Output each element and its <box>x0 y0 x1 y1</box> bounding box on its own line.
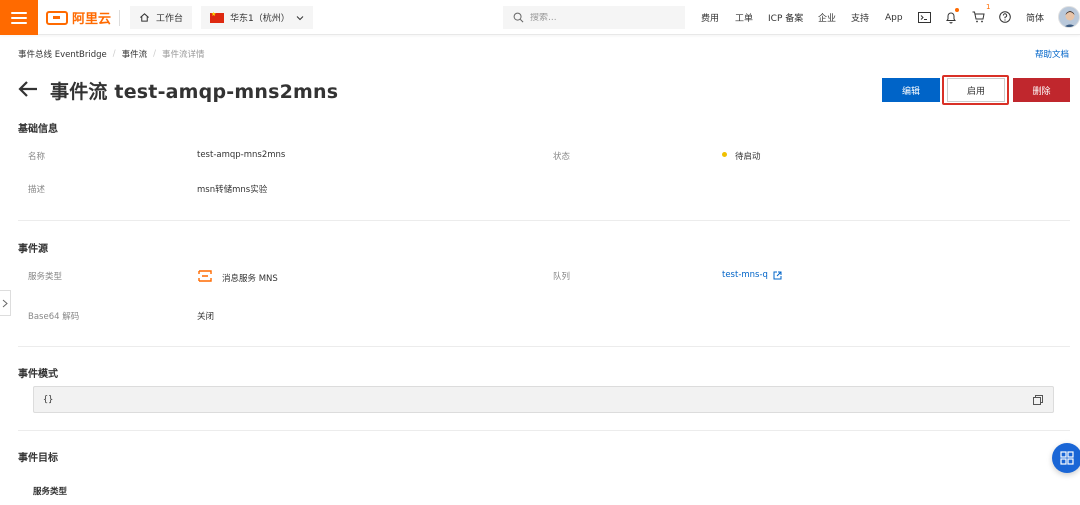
event-pattern-code-box: {} <box>33 386 1054 413</box>
cart-icon <box>972 11 985 23</box>
hamburger-menu-button[interactable] <box>0 0 38 35</box>
workbench-button[interactable]: 工作台 <box>130 6 193 29</box>
breadcrumb: 事件总线 EventBridge / 事件流 / 事件流详情 <box>18 48 205 60</box>
breadcrumb-event-streams[interactable]: 事件流 <box>122 48 148 60</box>
workbench-label: 工作台 <box>156 14 184 24</box>
help-docs-link[interactable]: 帮助文档 <box>1035 48 1069 60</box>
help-button[interactable] <box>997 9 1013 25</box>
status-pending-dot-icon <box>722 152 727 157</box>
terminal-button[interactable] <box>916 9 932 25</box>
nav-fees[interactable]: 费用 <box>701 0 719 35</box>
search-input[interactable] <box>530 12 670 23</box>
target-service-type-label: 服务类型 <box>33 487 68 497</box>
event-pattern-code: {} <box>43 395 54 405</box>
nav-enterprise[interactable]: 企业 <box>818 0 836 35</box>
aliyun-logo[interactable]: 阿里云 <box>46 8 111 27</box>
queue-label: 队列 <box>553 272 571 282</box>
section-divider <box>18 220 1070 221</box>
china-flag-icon <box>210 11 224 23</box>
nav-app[interactable]: App <box>885 0 903 35</box>
section-divider <box>18 346 1070 347</box>
breadcrumb-eventbridge[interactable]: 事件总线 EventBridge <box>18 48 107 60</box>
aliyun-logo-icon <box>46 10 68 25</box>
queue-link[interactable]: test-mns-q <box>722 270 782 280</box>
section-title-event-source: 事件源 <box>18 244 48 255</box>
section-title-event-target: 事件目标 <box>18 453 58 464</box>
global-search[interactable] <box>503 6 685 29</box>
name-value: test-amqp-mns2mns <box>197 150 286 160</box>
service-type-label: 服务类型 <box>28 272 63 282</box>
page-title: 事件流 test-amqp-mns2mns <box>50 81 339 103</box>
top-navigation-bar: 阿里云 工作台 华东1（杭州） 费用 工单 ICP 备案 企业 支持 App 1… <box>0 0 1080 35</box>
logo-text: 阿里云 <box>72 12 112 27</box>
edit-button[interactable]: 编辑 <box>882 78 940 102</box>
description-value: msn转储mns实验 <box>197 185 268 195</box>
service-type-value: 消息服务 MNS <box>222 274 278 284</box>
breadcrumb-separator: / <box>112 49 116 59</box>
floating-apps-button[interactable] <box>1052 443 1080 473</box>
section-divider <box>18 430 1070 431</box>
description-label: 描述 <box>28 185 46 195</box>
status-value: 待启动 <box>735 152 761 162</box>
base64-decode-label: Base64 解码 <box>28 312 80 322</box>
breadcrumb-separator: / <box>153 49 157 59</box>
copy-icon[interactable] <box>1033 395 1043 405</box>
sidebar-expand-toggle[interactable] <box>0 290 11 316</box>
name-label: 名称 <box>28 152 46 162</box>
user-avatar-icon <box>1059 7 1079 27</box>
breadcrumb-current: 事件流详情 <box>162 50 205 60</box>
chevron-right-icon <box>2 299 8 307</box>
search-icon <box>513 12 524 23</box>
back-button[interactable] <box>18 80 38 98</box>
external-link-icon <box>773 271 782 279</box>
nav-support[interactable]: 支持 <box>851 0 869 35</box>
region-selector[interactable]: 华东1（杭州） <box>201 6 313 29</box>
home-icon <box>140 13 149 22</box>
nav-icp[interactable]: ICP 备案 <box>768 0 803 35</box>
terminal-icon <box>917 11 931 23</box>
cart-button[interactable]: 1 <box>970 3 990 25</box>
base64-decode-value: 关闭 <box>197 312 215 322</box>
section-title-basic-info: 基础信息 <box>18 124 58 135</box>
delete-button[interactable]: 删除 <box>1013 78 1070 102</box>
bell-icon <box>946 12 956 23</box>
menu-icon <box>11 11 27 24</box>
section-title-event-pattern: 事件模式 <box>18 369 58 380</box>
region-label: 华东1（杭州） <box>230 14 290 24</box>
grid-icon <box>1060 451 1074 465</box>
notifications-button[interactable] <box>943 8 959 25</box>
mns-service-icon <box>198 270 212 282</box>
arrow-left-icon <box>18 81 37 97</box>
nav-tickets[interactable]: 工单 <box>735 0 753 35</box>
user-avatar[interactable] <box>1058 6 1080 28</box>
queue-link-text: test-mns-q <box>722 270 768 280</box>
language-switcher[interactable]: 简体 <box>1026 0 1044 35</box>
cart-count-badge: 1 <box>986 3 991 11</box>
status-label: 状态 <box>553 152 571 162</box>
chevron-down-icon <box>296 15 304 20</box>
header-divider <box>119 10 120 26</box>
question-circle-icon <box>999 11 1011 23</box>
enable-button[interactable]: 启用 <box>947 78 1005 102</box>
notification-dot <box>955 8 959 12</box>
